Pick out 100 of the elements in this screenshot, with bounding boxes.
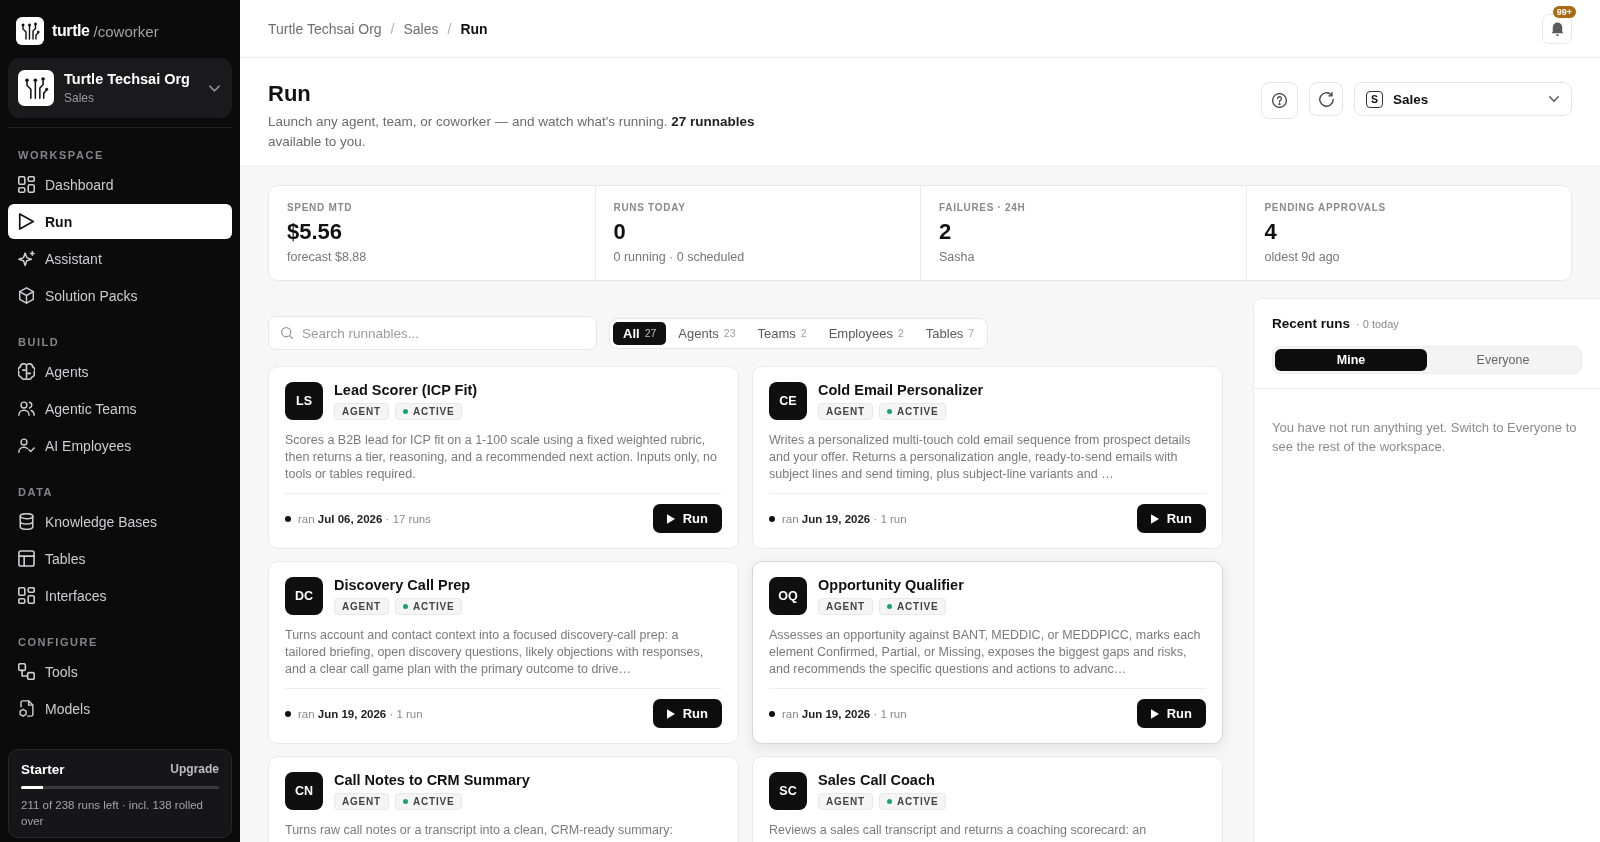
dot-icon — [769, 515, 775, 522]
runnable-avatar: CE — [769, 382, 807, 420]
status-dot-icon — [887, 604, 892, 609]
table-icon — [18, 550, 35, 567]
play-icon — [1150, 708, 1159, 719]
recent-runs-title: Recent runs — [1272, 316, 1351, 331]
play-icon — [1150, 513, 1159, 524]
users-icon — [18, 400, 35, 417]
runnable-title: Opportunity Qualifier — [818, 577, 964, 594]
search-field[interactable]: Search runnables... — [268, 316, 597, 350]
cube-icon — [18, 287, 35, 304]
runnable-title: Lead Scorer (ICP Fit) — [334, 382, 478, 399]
nav-item[interactable]: AI Employees — [8, 428, 232, 463]
nav-item[interactable]: Tables — [8, 541, 232, 576]
grid-icon — [18, 176, 35, 193]
play-icon — [18, 213, 35, 230]
status-label: ACTIVE — [413, 406, 455, 417]
nav-item[interactable]: Knowledge Bases — [8, 504, 232, 539]
type-tag: AGENT — [334, 793, 389, 810]
org-switcher[interactable]: Turtle Techsai Org Sales — [8, 58, 232, 118]
status-label: ACTIVE — [413, 796, 455, 807]
type-tag: AGENT — [334, 598, 389, 615]
nav-item[interactable]: Agents — [8, 354, 232, 389]
runnable-avatar: SC — [769, 772, 807, 810]
runnable-card[interactable] — [752, 366, 1223, 549]
runnable-card[interactable] — [752, 561, 1223, 744]
nav-section-label: BUILD — [17, 335, 61, 349]
runnable-card[interactable] — [268, 561, 739, 744]
workspace-select[interactable]: S Sales — [1354, 82, 1572, 116]
runnable-title: Cold Email Personalizer — [818, 382, 984, 399]
stat-value: 0 — [613, 219, 627, 245]
stat-label: PENDING APPROVALS — [1264, 201, 1387, 215]
nav-item[interactable]: Assistant — [8, 241, 232, 276]
run-button[interactable]: Run — [652, 504, 722, 533]
stat-detail: oldest 9d ago — [1264, 249, 1341, 265]
stat-label: SPEND MTD — [287, 201, 354, 215]
stat-detail: 0 running · 0 scheduled — [613, 249, 746, 265]
help-icon — [1272, 93, 1287, 108]
nav-item[interactable]: Tools — [8, 654, 232, 689]
stat-value: 2 — [939, 219, 953, 245]
filter-tab[interactable]: All 27 — [613, 321, 667, 345]
status-dot-icon — [403, 799, 408, 804]
runnable-avatar: CN — [285, 772, 323, 810]
nav-item[interactable]: Solution Packs — [8, 278, 232, 313]
view-option[interactable]: Everyone — [1427, 349, 1579, 371]
page-title: Run — [268, 80, 312, 108]
chevron-down-icon — [1549, 96, 1559, 102]
refresh-button[interactable] — [1309, 82, 1343, 116]
notification-count: 99+ — [1552, 5, 1576, 18]
last-run-text: ran Jul 06, 2026 · 17 runs — [298, 512, 431, 525]
upgrade-link[interactable]: Upgrade — [170, 762, 219, 776]
status-label: ACTIVE — [897, 406, 939, 417]
org-logo-icon — [18, 70, 54, 106]
nav-item[interactable]: Interfaces — [8, 578, 232, 613]
nav-item[interactable]: Agentic Teams — [8, 391, 232, 426]
notifications-button[interactable] — [1542, 13, 1572, 44]
runnable-card[interactable] — [268, 366, 739, 549]
stat-detail: Sasha — [939, 249, 976, 265]
runnable-avatar: OQ — [769, 577, 807, 615]
last-run-text: ran Jun 19, 2026 · 1 run — [782, 707, 907, 720]
filter-tab[interactable]: Tables 7 — [915, 321, 985, 345]
status-dot-icon — [887, 409, 892, 414]
status-dot-icon — [403, 409, 408, 414]
runnable-title: Call Notes to CRM Summary — [334, 772, 530, 789]
stat-label: RUNS TODAY — [613, 201, 687, 215]
stat-value: $5.56 — [287, 219, 344, 245]
nav-section-label: DATA — [17, 485, 55, 499]
nav-item[interactable]: Dashboard — [8, 167, 232, 202]
run-button[interactable]: Run — [1136, 504, 1206, 533]
runnable-description: Reviews a sales call transcript and returns a coaching scorecard: an — [769, 822, 1148, 839]
filter-tab[interactable]: Teams 2 — [747, 321, 817, 345]
nav-item[interactable]: Run — [8, 204, 232, 239]
runnable-card[interactable]: CN Call Notes to CRM Summary AGENT ACTIVE Turns raw call notes or a transcript into a clean, CRM-ready summary: — [268, 756, 739, 842]
run-button[interactable]: Run — [652, 699, 722, 728]
filter-tab[interactable]: Employees 2 — [818, 321, 914, 345]
workspace-avatar: S — [1366, 90, 1383, 108]
help-button[interactable] — [1261, 82, 1298, 119]
chevron-down-icon — [209, 84, 220, 92]
status-label: ACTIVE — [897, 796, 939, 807]
breadcrumb-link[interactable]: Run — [460, 20, 488, 37]
file-icon — [18, 700, 35, 717]
filter-tab[interactable]: Agents 23 — [668, 321, 746, 345]
runnable-avatar: LS — [285, 382, 323, 420]
recent-runs-count: · 0 today — [1356, 318, 1399, 330]
breadcrumb-separator: / — [390, 20, 395, 37]
type-tag: AGENT — [818, 598, 873, 615]
run-button[interactable]: Run — [1136, 699, 1206, 728]
plan-name: Starter — [21, 761, 65, 777]
runnable-card[interactable]: SC Sales Call Coach AGENT ACTIVE Reviews a sales call transcript and returns a coaching scorecard: an — [752, 756, 1223, 842]
brain-icon — [18, 363, 35, 380]
runnable-description: Scores a B2B lead for ICP fit on a 1-100 scale using a fixed weighted rubric, then returns a tier, reasoning, and a recommended next action. Inputs only, no tools or tables required. — [285, 432, 718, 483]
status-dot-icon — [887, 799, 892, 804]
dot-icon — [769, 710, 775, 717]
breadcrumb-link[interactable]: Sales — [403, 20, 439, 37]
status-dot-icon — [403, 604, 408, 609]
nav-item[interactable]: Models — [8, 691, 232, 726]
status-label: ACTIVE — [413, 601, 455, 612]
nav-section-label: CONFIGURE — [17, 635, 99, 649]
view-option[interactable]: Mine — [1275, 349, 1427, 371]
breadcrumb-link[interactable]: Turtle Techsai Org — [268, 20, 382, 37]
